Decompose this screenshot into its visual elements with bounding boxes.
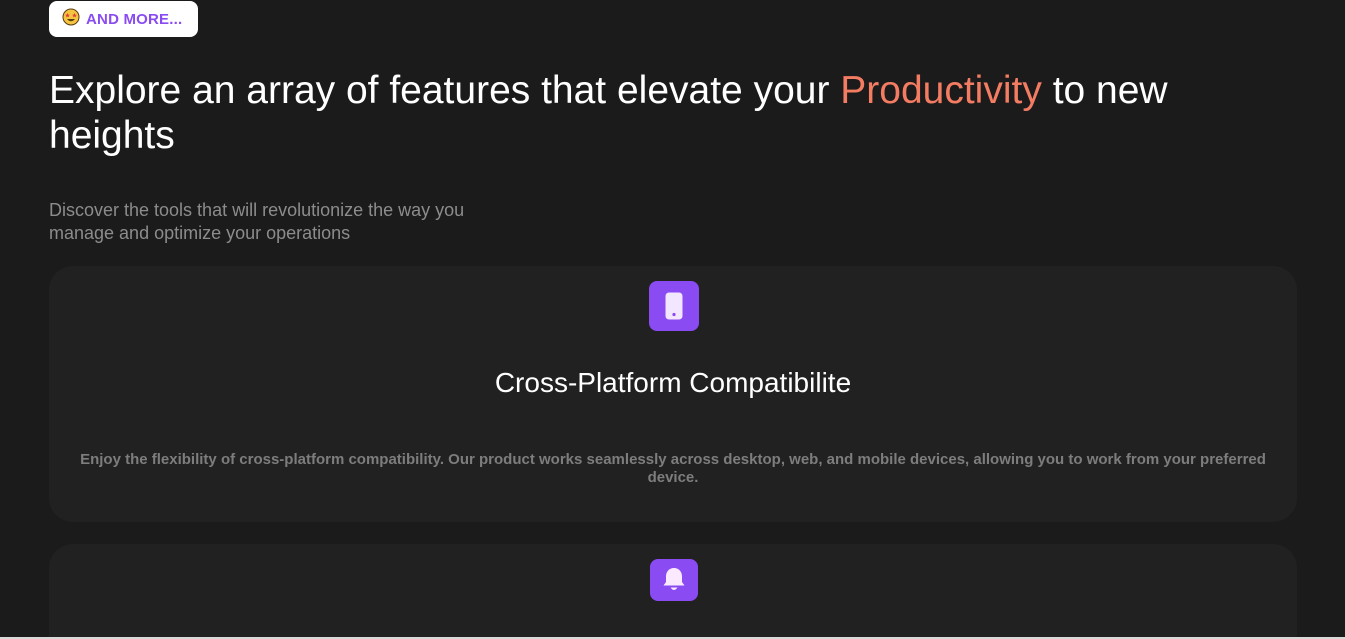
- badge-label: AND MORE...: [86, 10, 183, 28]
- features-section: AND MORE... Explore an array of features…: [0, 0, 1345, 639]
- bell-icon: [650, 559, 698, 601]
- page-headline: Explore an array of features that elevat…: [49, 68, 1269, 158]
- headline-accent: Productivity: [840, 69, 1042, 112]
- and-more-badge: AND MORE...: [49, 1, 198, 37]
- star-struck-emoji-icon: [62, 8, 80, 26]
- headline-text: Explore an array of features that elevat…: [49, 69, 841, 112]
- feature-title: Cross-Platform Compatibilite: [494, 367, 852, 398]
- feature-card-notifications: [49, 544, 1297, 639]
- page-subtitle: Discover the tools that will revolutioni…: [49, 200, 465, 243]
- feature-card-cross-platform: Cross-Platform Compatibilite Enjoy the f…: [49, 266, 1297, 522]
- smartphone-icon: [649, 281, 699, 331]
- feature-description: Enjoy the flexibility of cross-platform …: [80, 451, 1266, 486]
